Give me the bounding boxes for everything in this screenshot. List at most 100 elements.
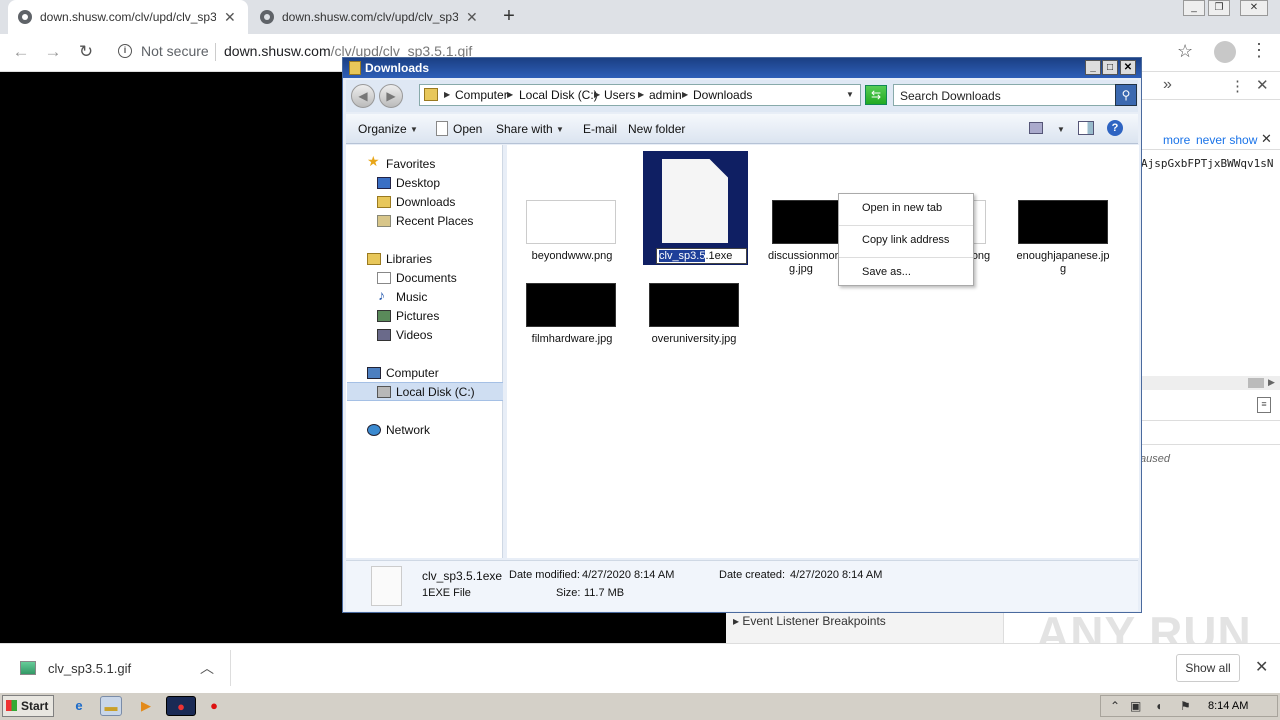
- share-with-button[interactable]: Share with: [496, 122, 553, 136]
- close-button[interactable]: ✕: [1120, 60, 1136, 75]
- new-folder-button[interactable]: New folder: [628, 122, 685, 136]
- chevron-right-icon[interactable]: ▶: [638, 90, 644, 99]
- chevron-down-icon[interactable]: ▼: [556, 125, 564, 134]
- chevron-up-icon[interactable]: ︿: [200, 658, 214, 678]
- info-icon[interactable]: i: [118, 44, 132, 58]
- file-thumbnail[interactable]: [1018, 200, 1108, 244]
- toggle-panel-icon[interactable]: ≡: [1257, 397, 1271, 413]
- nav-recent-places[interactable]: Recent Places: [396, 214, 473, 228]
- forward-arrow-icon[interactable]: ▶: [379, 84, 403, 108]
- nav-local-disk[interactable]: Local Disk (C:): [396, 385, 475, 399]
- tab-inactive[interactable]: down.shusw.com/clv/upd/clv_sp3.5 ✕: [250, 0, 490, 34]
- file-name[interactable]: beyondwww.png: [520, 250, 624, 263]
- chrome-icon[interactable]: ●: [166, 696, 196, 716]
- file-name[interactable]: enoughjapanese.jp g: [1010, 250, 1116, 276]
- devtools-more-tabs-icon[interactable]: »: [1163, 76, 1172, 94]
- file-thumbnail[interactable]: [649, 283, 739, 327]
- action-center-flag-icon[interactable]: ⚑: [1180, 699, 1191, 713]
- devtools-menu-icon[interactable]: ⋮: [1230, 77, 1245, 95]
- chevron-right-icon[interactable]: ▶: [682, 90, 688, 99]
- chevron-down-icon[interactable]: ▼: [410, 125, 418, 134]
- nav-favorites[interactable]: Favorites: [386, 157, 435, 171]
- breadcrumb-downloads[interactable]: Downloads: [693, 88, 752, 102]
- refresh-icon[interactable]: ⇆: [865, 85, 887, 105]
- rename-field[interactable]: clv_sp3.5.1exe: [656, 248, 747, 264]
- nav-desktop[interactable]: Desktop: [396, 176, 440, 190]
- reload-icon[interactable]: ↻: [75, 41, 97, 63]
- never-show-link[interactable]: never show: [1196, 133, 1257, 147]
- breadcrumb-admin[interactable]: admin: [649, 88, 682, 102]
- nav-downloads[interactable]: Downloads: [396, 195, 455, 209]
- nav-videos[interactable]: Videos: [396, 328, 432, 342]
- network-tray-icon[interactable]: ▣: [1130, 699, 1141, 713]
- restore-window-button[interactable]: ❐: [1208, 0, 1230, 16]
- menu-item-save-as[interactable]: Save as...: [862, 266, 911, 278]
- close-shelf-icon[interactable]: ✕: [1255, 657, 1268, 677]
- explorer-titlebar[interactable]: [343, 58, 1141, 78]
- organize-button[interactable]: Organize: [358, 122, 407, 136]
- clock[interactable]: 8:14 AM: [1208, 700, 1248, 712]
- event-listener-breakpoints[interactable]: ▸ Event Listener Breakpoints: [733, 614, 886, 628]
- nav-network[interactable]: Network: [386, 423, 430, 437]
- bookmark-star-icon[interactable]: ☆: [1177, 41, 1193, 62]
- volume-icon[interactable]: ◖: [1155, 699, 1162, 713]
- chevron-down-icon[interactable]: ▼: [1057, 125, 1065, 134]
- devtools-code-line: AjspGxbFPTjxBWWqv1sN: [1141, 157, 1274, 170]
- file-name[interactable]: discussionmor g.jpg: [768, 250, 840, 276]
- file-thumbnail[interactable]: [973, 200, 986, 244]
- stop-icon[interactable]: ●: [203, 696, 225, 716]
- explorer-folder-icon[interactable]: ▬: [100, 696, 122, 716]
- minimize-window-button[interactable]: _: [1183, 0, 1205, 16]
- scrollbar-thumb[interactable]: [1248, 378, 1264, 388]
- tab-close-icon[interactable]: ✕: [224, 9, 236, 26]
- file-name[interactable]: overuniversity.jpg: [640, 333, 748, 346]
- internet-explorer-icon[interactable]: e: [68, 696, 90, 716]
- search-icon[interactable]: ⚲: [1115, 84, 1137, 106]
- view-options-icon[interactable]: [1029, 122, 1043, 134]
- email-button[interactable]: E-mail: [583, 122, 617, 136]
- banner-close-icon[interactable]: ✕: [1261, 131, 1272, 147]
- chrome-menu-icon[interactable]: ⋮: [1250, 40, 1268, 61]
- back-arrow-icon[interactable]: ←: [10, 41, 32, 63]
- help-icon[interactable]: ?: [1107, 120, 1123, 136]
- security-label[interactable]: Not secure: [141, 43, 209, 59]
- breadcrumb-computer[interactable]: Computer: [455, 88, 508, 102]
- more-link[interactable]: more: [1163, 133, 1190, 147]
- menu-item-copy-link-address[interactable]: Copy link address: [862, 234, 949, 246]
- media-player-icon[interactable]: ▶: [135, 696, 157, 716]
- globe-icon: [260, 10, 274, 24]
- nav-pictures[interactable]: Pictures: [396, 309, 439, 323]
- chevron-right-icon[interactable]: ▶: [594, 90, 600, 99]
- nav-music[interactable]: Music: [396, 290, 427, 304]
- nav-documents[interactable]: Documents: [396, 271, 457, 285]
- breadcrumb-local-disk[interactable]: Local Disk (C:): [519, 88, 598, 102]
- file-thumbnail[interactable]: [772, 200, 840, 244]
- breadcrumb-users[interactable]: Users: [604, 88, 635, 102]
- scroll-right-arrow-icon[interactable]: ▶: [1268, 377, 1275, 388]
- show-all-button[interactable]: Show all: [1176, 654, 1240, 682]
- file-thumbnail[interactable]: [526, 283, 616, 327]
- chevron-down-icon[interactable]: ▼: [846, 90, 854, 99]
- devtools-close-icon[interactable]: ✕: [1256, 76, 1269, 94]
- chevron-right-icon[interactable]: ▶: [507, 90, 513, 99]
- show-hidden-icons-icon[interactable]: ⌃: [1110, 699, 1120, 713]
- preview-pane-icon[interactable]: [1078, 121, 1094, 135]
- back-arrow-icon[interactable]: ◀: [351, 84, 375, 108]
- minimize-button[interactable]: _: [1085, 60, 1101, 75]
- file-name[interactable]: filmhardware.jpg: [520, 333, 624, 346]
- download-item-name[interactable]: clv_sp3.5.1.gif: [48, 661, 131, 676]
- nav-libraries[interactable]: Libraries: [386, 252, 432, 266]
- tab-close-icon[interactable]: ✕: [466, 9, 478, 26]
- new-tab-button[interactable]: +: [498, 4, 520, 28]
- chevron-right-icon[interactable]: ▶: [444, 90, 450, 99]
- maximize-button[interactable]: □: [1102, 60, 1118, 75]
- close-window-button[interactable]: ✕: [1240, 0, 1268, 16]
- forward-arrow-icon[interactable]: →: [42, 41, 64, 63]
- tab-active[interactable]: down.shusw.com/clv/upd/clv_sp3.5 ✕: [8, 0, 248, 34]
- detail-filetype: 1EXE File: [422, 587, 471, 599]
- open-button[interactable]: Open: [453, 122, 482, 136]
- menu-item-open-in-new-tab[interactable]: Open in new tab: [862, 202, 942, 214]
- profile-avatar-icon[interactable]: [1214, 41, 1236, 63]
- nav-computer[interactable]: Computer: [386, 366, 439, 380]
- file-thumbnail[interactable]: [526, 200, 616, 244]
